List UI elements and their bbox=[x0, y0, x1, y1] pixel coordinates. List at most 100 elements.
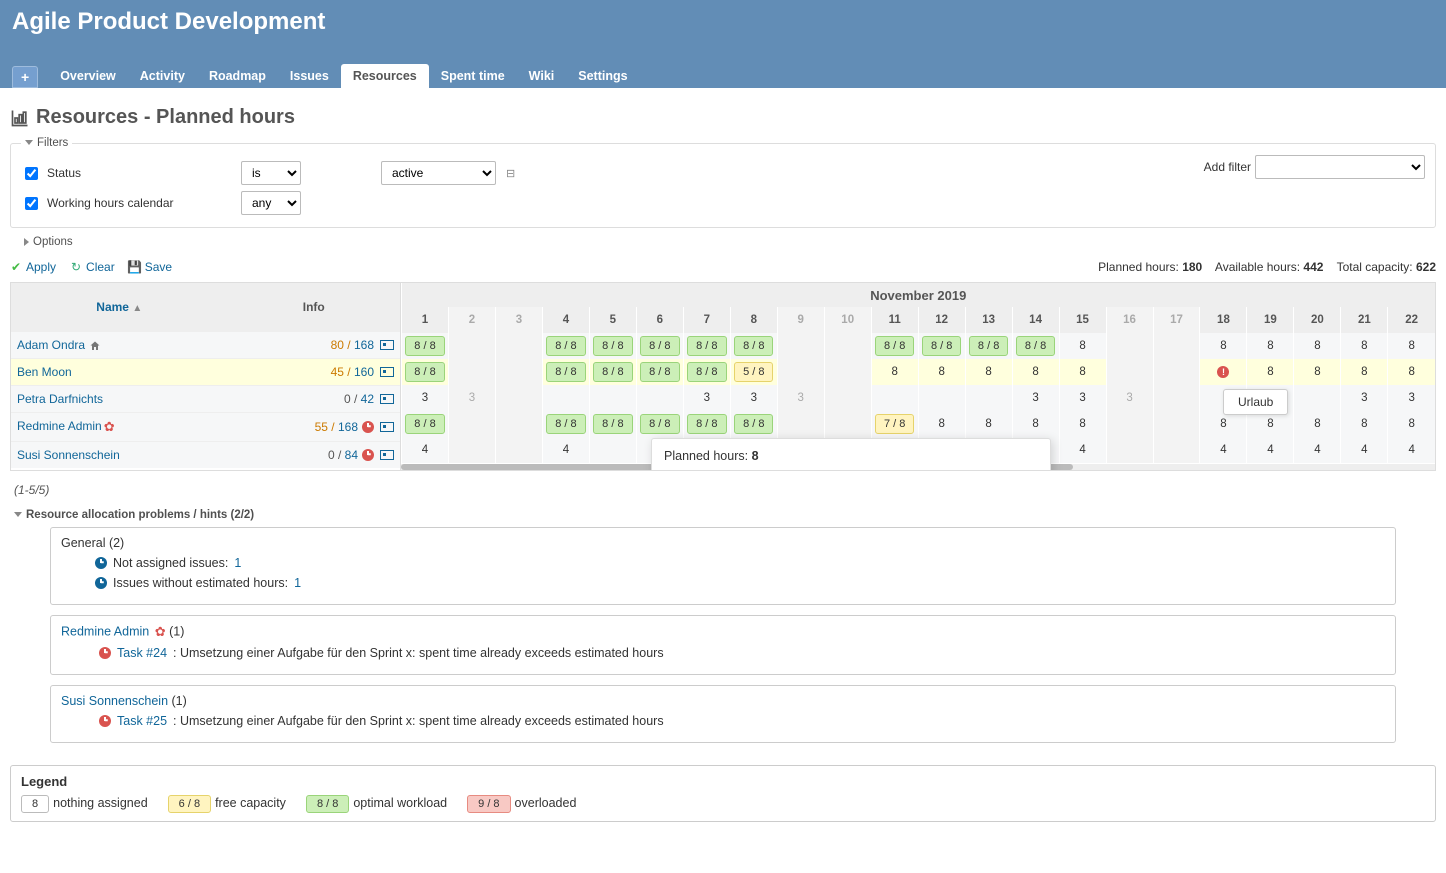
day-cell[interactable] bbox=[495, 437, 542, 463]
day-cell[interactable]: 8 bbox=[918, 411, 965, 437]
day-cell[interactable]: 8 bbox=[1059, 359, 1106, 385]
tab-spent-time[interactable]: Spent time bbox=[429, 64, 517, 88]
filter-status-op[interactable]: is bbox=[241, 161, 301, 185]
day-cell[interactable]: 8 / 8 bbox=[730, 411, 777, 437]
day-cell[interactable]: 3 bbox=[1106, 385, 1153, 411]
hint-general-2-link[interactable]: 1 bbox=[294, 576, 301, 590]
options-legend[interactable]: Options bbox=[20, 236, 77, 248]
day-cell[interactable]: 8 bbox=[1247, 333, 1294, 359]
day-cell[interactable] bbox=[1153, 333, 1200, 359]
day-cell[interactable]: 8 / 8 bbox=[402, 359, 449, 385]
day-cell[interactable] bbox=[542, 385, 589, 411]
day-cell[interactable]: 3 bbox=[730, 385, 777, 411]
col-name[interactable]: Name ▲ bbox=[11, 283, 228, 331]
day-cell[interactable] bbox=[448, 411, 495, 437]
day-cell[interactable]: 8 bbox=[1294, 333, 1341, 359]
day-cell[interactable]: 3 bbox=[1341, 385, 1388, 411]
day-cell[interactable]: 8 bbox=[965, 411, 1012, 437]
vcard-icon[interactable] bbox=[380, 422, 394, 432]
day-cell[interactable]: 8 / 8 bbox=[589, 333, 636, 359]
day-cell[interactable] bbox=[777, 411, 824, 437]
day-cell[interactable]: 8 / 8 bbox=[542, 359, 589, 385]
day-cell[interactable] bbox=[1153, 437, 1200, 463]
day-cell[interactable]: 8 bbox=[1247, 359, 1294, 385]
day-cell[interactable]: 8 / 8 bbox=[871, 333, 918, 359]
day-cell[interactable]: 8 bbox=[1388, 411, 1435, 437]
day-cell[interactable]: 8 bbox=[1388, 333, 1435, 359]
filter-status-val[interactable]: active bbox=[381, 161, 496, 185]
day-cell[interactable]: 8 bbox=[1012, 411, 1059, 437]
vcard-icon[interactable] bbox=[380, 450, 394, 460]
hint-user-link[interactable]: Susi Sonnenschein bbox=[61, 694, 168, 708]
hint-user-link[interactable]: Redmine Admin bbox=[61, 624, 149, 638]
calendar-panel[interactable]: November 2019 12345678910111213141516171… bbox=[401, 283, 1435, 470]
day-cell[interactable]: 8 / 8 bbox=[636, 333, 683, 359]
hint-general-1-link[interactable]: 1 bbox=[234, 556, 241, 570]
day-cell[interactable] bbox=[448, 333, 495, 359]
day-cell[interactable] bbox=[1153, 359, 1200, 385]
filter-status-checkbox[interactable] bbox=[25, 167, 38, 180]
add-filter-select[interactable] bbox=[1255, 155, 1425, 179]
day-cell[interactable]: 8 / 8 bbox=[542, 411, 589, 437]
day-cell[interactable]: 4 bbox=[1059, 437, 1106, 463]
day-cell[interactable]: 8 bbox=[1388, 359, 1435, 385]
day-cell[interactable]: 3 bbox=[1012, 385, 1059, 411]
day-cell[interactable] bbox=[495, 411, 542, 437]
day-cell[interactable]: 3 bbox=[448, 385, 495, 411]
tab-roadmap[interactable]: Roadmap bbox=[197, 64, 278, 88]
day-cell[interactable]: 8 / 8 bbox=[683, 411, 730, 437]
day-cell[interactable]: 4 bbox=[1200, 437, 1247, 463]
filter-whc-op[interactable]: any bbox=[241, 191, 301, 215]
task-link[interactable]: Task #25 bbox=[117, 714, 167, 728]
day-cell[interactable] bbox=[495, 333, 542, 359]
day-cell[interactable] bbox=[824, 411, 871, 437]
day-cell[interactable]: 4 bbox=[1247, 437, 1294, 463]
day-cell[interactable]: 8 / 8 bbox=[683, 359, 730, 385]
day-cell[interactable]: 4 bbox=[1294, 437, 1341, 463]
day-cell[interactable]: 4 bbox=[1388, 437, 1435, 463]
day-cell[interactable]: 8 bbox=[1341, 333, 1388, 359]
day-cell[interactable]: 8 / 8 bbox=[402, 411, 449, 437]
day-cell[interactable]: 8 / 8 bbox=[918, 333, 965, 359]
day-cell[interactable] bbox=[871, 385, 918, 411]
tab-resources[interactable]: Resources bbox=[341, 64, 429, 88]
day-cell[interactable] bbox=[824, 333, 871, 359]
day-cell[interactable]: 8 / 8 bbox=[636, 359, 683, 385]
day-cell[interactable]: 8 bbox=[918, 359, 965, 385]
day-cell[interactable]: 8 / 8 bbox=[1012, 333, 1059, 359]
filter-whc[interactable]: Working hours calendar bbox=[21, 194, 231, 213]
tab-issues[interactable]: Issues bbox=[278, 64, 341, 88]
day-cell[interactable]: 8 bbox=[1012, 359, 1059, 385]
day-cell[interactable]: 4 bbox=[402, 437, 449, 463]
day-cell[interactable] bbox=[1153, 411, 1200, 437]
day-cell[interactable] bbox=[965, 385, 1012, 411]
resource-name[interactable]: Petra Darfnichts bbox=[11, 385, 228, 412]
apply-link[interactable]: ✔ Apply bbox=[10, 260, 56, 274]
day-cell[interactable]: 8 bbox=[1059, 411, 1106, 437]
day-cell[interactable] bbox=[448, 359, 495, 385]
day-cell[interactable] bbox=[777, 359, 824, 385]
filter-status-toggle-icon[interactable]: ⊟ bbox=[506, 167, 515, 180]
day-cell[interactable] bbox=[1106, 359, 1153, 385]
day-cell[interactable]: 8 bbox=[1059, 333, 1106, 359]
day-cell[interactable]: 8 bbox=[1200, 333, 1247, 359]
day-cell[interactable]: 8 / 8 bbox=[589, 411, 636, 437]
day-cell[interactable] bbox=[1294, 385, 1341, 411]
day-cell[interactable] bbox=[636, 385, 683, 411]
tab-wiki[interactable]: Wiki bbox=[517, 64, 567, 88]
day-cell[interactable]: 8 bbox=[1294, 411, 1341, 437]
new-tab-button[interactable]: + bbox=[12, 66, 38, 88]
day-cell[interactable] bbox=[824, 385, 871, 411]
day-cell[interactable]: 5 / 8 bbox=[730, 359, 777, 385]
day-cell[interactable] bbox=[777, 333, 824, 359]
day-cell[interactable]: 4 bbox=[542, 437, 589, 463]
day-cell[interactable]: 8 bbox=[1341, 359, 1388, 385]
resource-name[interactable]: Ben Moon bbox=[11, 358, 228, 385]
day-cell[interactable]: 8 bbox=[1341, 411, 1388, 437]
day-cell[interactable] bbox=[824, 359, 871, 385]
task-link[interactable]: Task #24 bbox=[117, 646, 167, 660]
day-cell[interactable] bbox=[448, 437, 495, 463]
day-cell[interactable]: 3 bbox=[1388, 385, 1435, 411]
day-cell[interactable]: 3 bbox=[402, 385, 449, 411]
clear-link[interactable]: ↻ Clear bbox=[70, 260, 115, 274]
